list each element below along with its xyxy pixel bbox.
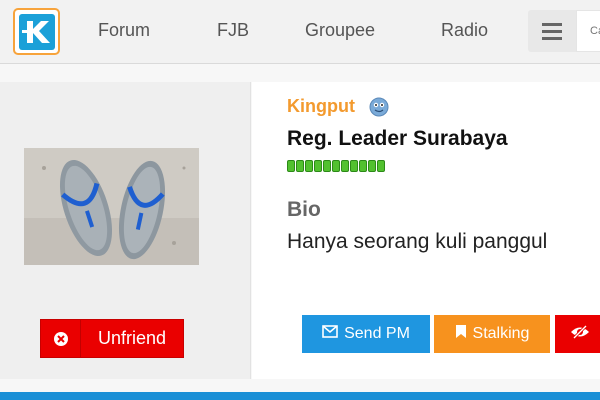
stalking-button[interactable]: Stalking: [434, 315, 550, 353]
unfriend-button[interactable]: Unfriend: [40, 319, 184, 358]
nav-item-radio[interactable]: Radio: [441, 20, 488, 41]
search-box[interactable]: [576, 10, 600, 52]
bio-label: Bio: [287, 198, 321, 221]
username[interactable]: Kingput: [287, 96, 355, 117]
nav-item-fjb[interactable]: FJB: [217, 20, 249, 41]
nav-item-forum[interactable]: Forum: [98, 20, 150, 41]
ignore-button[interactable]: [555, 315, 600, 353]
eye-slash-icon: [570, 324, 590, 344]
bookmark-icon: [455, 324, 467, 344]
kaskus-k-icon: [18, 13, 55, 50]
profile-info-panel: Kingput Reg. Leader Surabaya Bio Hanya s…: [252, 82, 600, 379]
profile-avatar-panel: Unfriend: [0, 82, 251, 379]
kaskus-logo[interactable]: [13, 8, 60, 55]
envelope-icon: [322, 325, 338, 343]
search-input[interactable]: [577, 11, 600, 51]
top-navbar: Forum FJB Groupee Radio: [0, 0, 600, 64]
unfriend-label: Unfriend: [97, 328, 167, 348]
user-rank-title: Reg. Leader Surabaya: [287, 127, 508, 150]
hamburger-menu-icon[interactable]: [528, 10, 576, 52]
bottom-accent-bar: [0, 392, 600, 400]
user-badge-icon: [369, 97, 389, 117]
profile-photo: [24, 148, 199, 265]
bio-text: Hanya seorang kuli panggul: [287, 230, 548, 253]
username-row: Kingput: [287, 96, 389, 117]
send-pm-label: Send PM: [344, 325, 410, 342]
stalking-label: Stalking: [472, 325, 530, 342]
reputation-bar: [287, 160, 385, 172]
nav-item-groupee[interactable]: Groupee: [305, 20, 375, 41]
send-pm-button[interactable]: Send PM: [302, 315, 430, 353]
close-circle-icon: [41, 320, 81, 357]
